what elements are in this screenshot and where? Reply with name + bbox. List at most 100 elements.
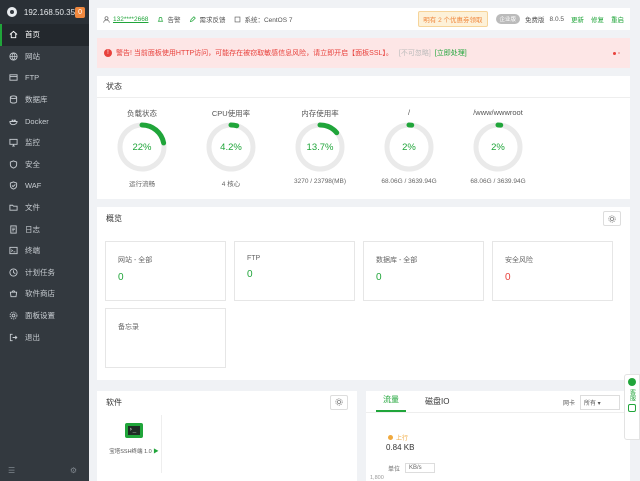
sidebar-item-0[interactable]: 首页: [0, 24, 89, 46]
gauge-ring: 4.2%: [205, 121, 257, 173]
system-label: 系统：CentOS 7: [244, 17, 293, 24]
upload-dot-icon: [388, 435, 393, 440]
status-panel-header: 状态: [97, 76, 630, 98]
gear-icon: [335, 398, 343, 406]
sidebar-item-label: 日志: [25, 224, 40, 234]
sidebar-item-1[interactable]: 网站: [0, 46, 89, 68]
repair-link[interactable]: 修复: [591, 14, 604, 24]
overview-panel: 概览 网站 - 全部 0 FTP 0 数据库 - 全部 0 安全风险 0 备忘录: [97, 207, 630, 380]
gauge-subtext: 4 核心: [221, 181, 241, 188]
sidebar-item-7[interactable]: WAF: [0, 175, 89, 197]
tab-traffic[interactable]: 流量: [376, 394, 406, 412]
nic-label: 网卡: [562, 401, 575, 407]
notification-badge[interactable]: 0: [75, 6, 85, 18]
sidebar-item-label: 退出: [25, 332, 40, 342]
user-icon: [103, 15, 110, 23]
overview-card-2[interactable]: 数据库 - 全部 0: [363, 241, 484, 301]
gauge-4[interactable]: /www/wwwroot 2% 68.06G / 3639.94G: [463, 108, 533, 185]
gauge-1[interactable]: CPU使用率 4.2% 4 核心: [196, 108, 266, 188]
sidebar-header: 192.168.50.35 0: [0, 0, 89, 24]
software-title: 软件: [106, 397, 122, 407]
sidebar-item-5[interactable]: 监控: [0, 132, 89, 154]
server-ip: 192.168.50.35: [23, 7, 76, 17]
gauge-0[interactable]: 负载状态 22% 运行流畅: [107, 108, 177, 188]
alert-link[interactable]: 告警: [157, 14, 180, 24]
monitor-icon: [8, 138, 18, 148]
sidebar-item-6[interactable]: 安全: [0, 154, 89, 176]
sidebar-item-3[interactable]: 数据库: [0, 89, 89, 111]
settings-icon: [8, 311, 18, 321]
cannot-ignore-label: [不可忽略]: [398, 50, 431, 57]
gauge-2[interactable]: 内存使用率 13.7% 3270 / 23798(MB): [285, 108, 355, 185]
card-label: 数据库 - 全部: [376, 257, 418, 264]
gauge-3[interactable]: / 2% 68.06G / 3639.94G: [374, 108, 444, 185]
gauge-title: 负载状态: [127, 109, 157, 118]
alert-label: 告警: [167, 17, 181, 24]
play-icon[interactable]: ▶: [153, 449, 159, 455]
update-link[interactable]: 更新: [571, 14, 584, 24]
terminal-icon: [125, 423, 143, 438]
upload-value: 0.84 KB: [386, 443, 415, 452]
theme-settings-icon[interactable]: ⚙: [70, 466, 77, 475]
nic-select[interactable]: 所有 ▾: [580, 395, 620, 410]
system-info: 系统：CentOS 7: [234, 14, 292, 24]
sidebar-item-label: 软件商店: [25, 289, 55, 299]
gauge-subtext: 运行流畅: [129, 181, 155, 188]
sidebar-item-2[interactable]: FTP: [0, 67, 89, 89]
ssh-terminal-tile[interactable]: 宝塔SSH终端 1.0 ▶: [107, 415, 162, 473]
system-icon: [235, 16, 241, 22]
sidebar-item-label: FTP: [25, 73, 40, 83]
card-value: 0: [376, 272, 382, 283]
gear-icon: [608, 214, 616, 223]
gauge-title: CPU使用率: [211, 109, 251, 118]
gauge-title: /www/wwwroot: [473, 108, 523, 117]
unit-selector: 单位 KB/s: [388, 463, 436, 473]
overview-settings-button[interactable]: [603, 211, 621, 226]
sidebar-item-4[interactable]: Docker: [0, 110, 89, 132]
sidebar-item-10[interactable]: 终端: [0, 240, 89, 262]
sidebar-item-11[interactable]: 计划任务: [0, 262, 89, 284]
sidebar-item-label: 安全: [25, 159, 40, 169]
http-warning-banner: ! 警告! 当前面板使用HTTP访问，可能存在被窃取敏感信息风险，请立即开启【面…: [97, 38, 630, 68]
card-value: 0: [247, 269, 253, 280]
user-phone-link[interactable]: 132****2668: [113, 16, 148, 23]
overview-card-1[interactable]: FTP 0: [234, 241, 355, 301]
tab-disk-io[interactable]: 磁盘IO: [418, 396, 456, 412]
overview-card-4[interactable]: 备忘录: [105, 308, 226, 368]
overview-card-0[interactable]: 网站 - 全部 0: [105, 241, 226, 301]
software-settings-button[interactable]: [330, 394, 348, 410]
unit-select[interactable]: KB/s: [405, 463, 436, 473]
sidebar-footer: ☰ ⚙: [8, 466, 77, 475]
sidebar-item-label: 首页: [25, 30, 40, 40]
sidebar-item-9[interactable]: 日志: [0, 218, 89, 240]
status-title: 状态: [106, 82, 122, 91]
user-account[interactable]: 132****2668: [103, 16, 148, 23]
gauge-ring: 22%: [116, 121, 168, 173]
overview-title: 概览: [106, 214, 122, 223]
nic-selector: 网卡 所有 ▾: [563, 395, 620, 410]
version-label: 8.0.5: [549, 15, 564, 23]
customer-service-tab[interactable]: 客服: [624, 374, 640, 440]
sidebar-item-14[interactable]: 退出: [0, 326, 89, 348]
gauge-ring: 13.7%: [294, 121, 346, 173]
collapse-sidebar-icon[interactable]: ☰: [8, 466, 15, 475]
folder-icon: [8, 203, 18, 213]
overview-card-3[interactable]: 安全风险 0: [492, 241, 613, 301]
card-label: 备忘录: [118, 324, 139, 331]
feedback-link[interactable]: 需求反馈: [189, 14, 225, 24]
gauge-value: 4.2%: [220, 141, 242, 153]
sidebar-item-13[interactable]: 面板设置: [0, 305, 89, 327]
sidebar-item-8[interactable]: 文件: [0, 197, 89, 219]
sidebar: 192.168.50.35 0 首页网站 FTP 数据库 Docker 监控安全 WAF 文…: [0, 0, 89, 481]
terminal-icon: [8, 246, 18, 256]
gauge-value: 13.7%: [306, 141, 334, 153]
restart-link[interactable]: 重启: [611, 14, 624, 24]
card-label: 安全风险: [505, 257, 533, 264]
enterprise-badge[interactable]: 企业版: [495, 14, 521, 24]
sidebar-item-label: 计划任务: [25, 267, 55, 277]
card-value: 0: [118, 272, 124, 283]
coupon-promo-button[interactable]: 明有 2 个优惠劵领取: [418, 11, 488, 27]
fix-now-link[interactable]: [立即处理]: [435, 48, 467, 58]
sidebar-item-12[interactable]: 软件商店: [0, 283, 89, 305]
sidebar-item-label: 文件: [25, 203, 40, 213]
